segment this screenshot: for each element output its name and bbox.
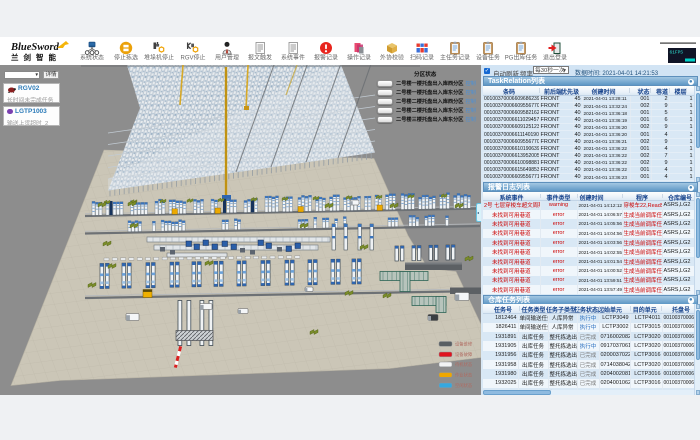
svg-text:待机状态: 待机状态 (455, 361, 473, 368)
svg-text:空闲状态: 空闲状态 (455, 382, 473, 389)
svg-text:设备故障: 设备故障 (455, 351, 473, 358)
svg-text:设备维修: 设备维修 (455, 341, 473, 348)
svg-text:61FPS: 61FPS (670, 50, 684, 56)
svg-text:作业状态: 作业状态 (455, 372, 473, 379)
